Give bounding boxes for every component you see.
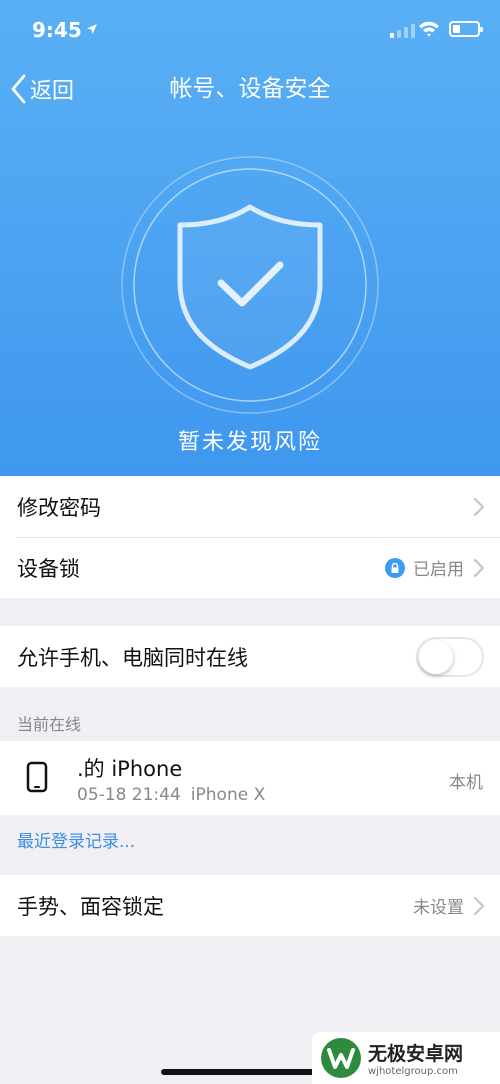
change-password-label: 修改密码 <box>17 495 101 520</box>
simultaneous-online-row: 允许手机、电脑同时在线 <box>0 626 500 687</box>
gesture-lock-status: 未设置 <box>413 898 464 918</box>
watermark-title: 无极安卓网 <box>368 1043 464 1065</box>
watermark-url: wjhotelgroup.com <box>368 1066 458 1077</box>
site-watermark: 无极安卓网 wjhotelgroup.com <box>312 1032 500 1084</box>
back-button[interactable]: 返回 <box>10 72 74 106</box>
battery-icon <box>449 21 483 37</box>
watermark-logo-icon <box>321 1038 361 1078</box>
device-model: iPhone X <box>190 785 266 805</box>
shield-check-icon <box>121 156 379 414</box>
nav-bar: 返回 帐号、设备安全 <box>0 60 500 118</box>
toggle-knob <box>419 640 453 674</box>
current-device-row[interactable]: .的 iPhone 05-18 21:44 iPhone X 本机 <box>0 741 500 815</box>
simultaneous-online-toggle[interactable] <box>416 637 484 677</box>
cellular-signal-icon <box>390 22 415 38</box>
gesture-lock-label: 手势、面容锁定 <box>17 894 164 919</box>
simultaneous-online-label: 允许手机、电脑同时在线 <box>17 645 248 670</box>
change-password-row[interactable]: 修改密码 <box>0 476 500 537</box>
risk-status-text: 暂未发现风险 <box>177 430 322 455</box>
status-time: 9:45 <box>32 18 82 42</box>
device-lock-status: 已启用 <box>413 560 464 580</box>
device-name: .的 iPhone <box>77 757 183 781</box>
device-lock-row[interactable]: 设备锁 已启用 <box>0 537 500 598</box>
chevron-right-icon <box>473 896 485 915</box>
back-label: 返回 <box>30 79 75 104</box>
lock-icon <box>385 557 405 578</box>
gesture-lock-group: 手势、面容锁定 未设置 <box>0 875 500 936</box>
status-bar: 9:45 <box>0 0 500 60</box>
gesture-lock-row[interactable]: 手势、面容锁定 未设置 <box>0 875 500 936</box>
chevron-left-icon <box>11 74 26 104</box>
device-login-time: 05-18 21:44 <box>77 785 181 805</box>
device-meta: 05-18 21:44 iPhone X <box>77 785 265 805</box>
security-settings-group: 修改密码 设备锁 已启用 <box>0 476 500 598</box>
location-arrow-icon <box>87 24 97 34</box>
wifi-icon <box>419 21 439 37</box>
current-online-header: 当前在线 <box>17 715 82 734</box>
recent-login-link[interactable]: 最近登录记录... <box>17 827 135 852</box>
chevron-right-icon <box>473 497 485 516</box>
this-device-tag: 本机 <box>449 773 483 793</box>
device-lock-label: 设备锁 <box>17 556 80 581</box>
phone-icon <box>26 761 48 793</box>
page-title: 帐号、设备安全 <box>169 76 331 102</box>
online-toggle-group: 允许手机、电脑同时在线 <box>0 626 500 687</box>
chevron-right-icon <box>473 558 485 577</box>
